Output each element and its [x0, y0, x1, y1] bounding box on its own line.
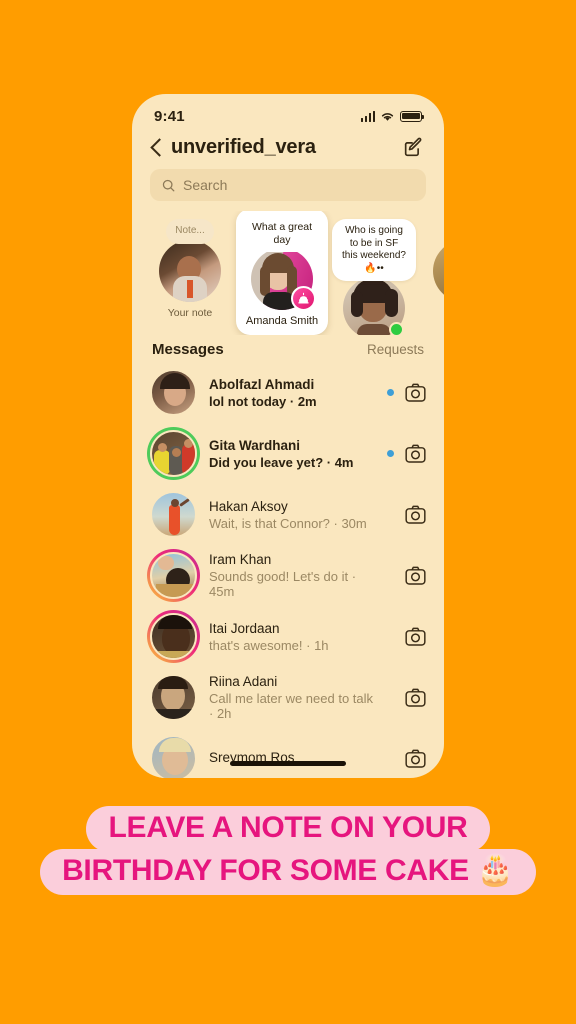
note-bubble: Note... — [166, 219, 214, 244]
contact-name: Gita Wardhani — [209, 437, 301, 453]
compose-icon[interactable] — [402, 137, 424, 159]
message-preview: Call me later we need to talk · 2h — [209, 691, 374, 721]
phone-mockup: 9:41 unverified_vera Search Note... Your… — [132, 94, 444, 778]
list-item-actions — [387, 383, 426, 402]
avatar[interactable] — [159, 239, 221, 302]
list-item[interactable]: Itai Jordaan that's awesome! · 1h — [147, 606, 426, 667]
camera-icon[interactable] — [405, 627, 426, 646]
battery-icon — [400, 110, 424, 122]
wifi-icon — [381, 112, 394, 121]
signal-bars-icon — [360, 110, 375, 122]
unread-dot — [387, 450, 394, 457]
camera-icon[interactable] — [405, 505, 426, 524]
list-item[interactable]: Abolfazl Ahmadi lol not today · 2m — [150, 362, 426, 423]
list-item[interactable]: Iram Khan Sounds good! Let's do it · 45m — [147, 545, 426, 606]
avatar[interactable] — [150, 674, 197, 721]
search-input[interactable]: Search — [150, 169, 426, 201]
message-preview: Wait, is that Connor? · 30m — [209, 515, 367, 531]
online-status-dot — [389, 322, 404, 335]
app-header: unverified_vera — [132, 132, 444, 167]
list-item-text: Hakan Aksoy Wait, is that Connor? · 30m — [209, 499, 375, 531]
messages-title: Messages — [152, 341, 224, 358]
list-item-text: Riina Adani Call me later we need to tal… — [209, 674, 375, 721]
note-item-idaira-laporte[interactable]: Who is going to be in SF this weekend? 🔥… — [330, 211, 418, 335]
back-chevron-icon[interactable] — [150, 138, 161, 158]
message-preview: Did you leave yet? · 4m — [209, 454, 354, 470]
status-bar: 9:41 — [132, 94, 444, 132]
list-item[interactable]: Riina Adani Call me later we need to tal… — [150, 667, 426, 728]
avatar-image — [433, 239, 444, 302]
page-title: unverified_vera — [171, 136, 316, 158]
message-preview: that's awesome! · 1h — [209, 637, 329, 653]
note-label: Your note — [167, 306, 213, 319]
avatar[interactable] — [343, 277, 405, 335]
camera-icon[interactable] — [405, 688, 426, 707]
camera-icon[interactable] — [405, 566, 426, 585]
home-indicator — [230, 761, 346, 766]
list-item-actions — [387, 505, 426, 524]
note-label: Amanda Smith — [245, 315, 319, 327]
caption-overlay: LEAVE A NOTE ON YOUR BIRTHDAY FOR SOME C… — [0, 806, 576, 895]
list-item-actions — [387, 444, 426, 463]
list-item[interactable]: Sreymom Ros — [150, 728, 426, 778]
message-preview: lol not today · 2m — [209, 393, 317, 409]
list-item[interactable]: Gita Wardhani Did you leave yet? · 4m — [147, 423, 426, 484]
note-bubble: What a great day — [240, 215, 324, 252]
message-list: Abolfazl Ahmadi lol not today · 2m Gita … — [132, 362, 444, 778]
contact-name: Hakan Aksoy — [209, 498, 288, 514]
avatar[interactable] — [251, 248, 316, 311]
contact-name: Abolfazl Ahmadi — [209, 376, 315, 392]
note-item-partial[interactable]: 👻 Sor — [420, 211, 444, 319]
message-preview: Sounds good! Let's do it · 45m — [209, 569, 357, 599]
list-item-text: Abolfazl Ahmadi lol not today · 2m — [209, 377, 375, 409]
avatar[interactable] — [433, 239, 444, 302]
birthday-cake-badge-icon — [291, 286, 316, 311]
search-placeholder: Search — [183, 177, 228, 193]
status-icons — [360, 110, 424, 122]
camera-icon[interactable] — [405, 749, 426, 768]
status-time: 9:41 — [154, 107, 185, 125]
avatar[interactable] — [150, 735, 197, 778]
unread-dot — [387, 389, 394, 396]
list-item-text: Itai Jordaan that's awesome! · 1h — [209, 621, 375, 653]
note-bubble: Who is going to be in SF this weekend? 🔥… — [332, 219, 416, 281]
contact-name: Riina Adani — [209, 674, 278, 689]
caption-line-1: LEAVE A NOTE ON YOUR — [86, 806, 490, 852]
note-item-amanda-smith[interactable]: What a great day Amanda Smith — [236, 211, 328, 335]
list-item-text: Gita Wardhani Did you leave yet? · 4m — [209, 438, 375, 470]
avatar[interactable] — [147, 549, 200, 602]
note-item-your-note[interactable]: Note... Your note — [146, 211, 234, 319]
list-item-actions — [387, 566, 426, 585]
list-item-actions — [387, 688, 426, 707]
avatar[interactable] — [147, 427, 200, 480]
camera-icon[interactable] — [405, 444, 426, 463]
avatar[interactable] — [147, 610, 200, 663]
avatar[interactable] — [150, 369, 197, 416]
list-item-actions — [387, 749, 426, 768]
notes-carousel[interactable]: Note... Your note What a great day Amand… — [132, 211, 444, 335]
messages-header: Messages Requests — [132, 335, 444, 362]
caption-line-2: BIRTHDAY FOR SOME CAKE 🎂 — [40, 849, 536, 895]
requests-link[interactable]: Requests — [367, 342, 424, 357]
contact-name: Itai Jordaan — [209, 620, 280, 636]
search-icon — [162, 179, 175, 191]
contact-name: Iram Khan — [209, 552, 272, 567]
list-item[interactable]: Hakan Aksoy Wait, is that Connor? · 30m — [150, 484, 426, 545]
avatar[interactable] — [150, 491, 197, 538]
camera-icon[interactable] — [405, 383, 426, 402]
avatar-image — [159, 239, 221, 302]
list-item-text: Iram Khan Sounds good! Let's do it · 45m — [209, 552, 375, 599]
list-item-actions — [387, 627, 426, 646]
